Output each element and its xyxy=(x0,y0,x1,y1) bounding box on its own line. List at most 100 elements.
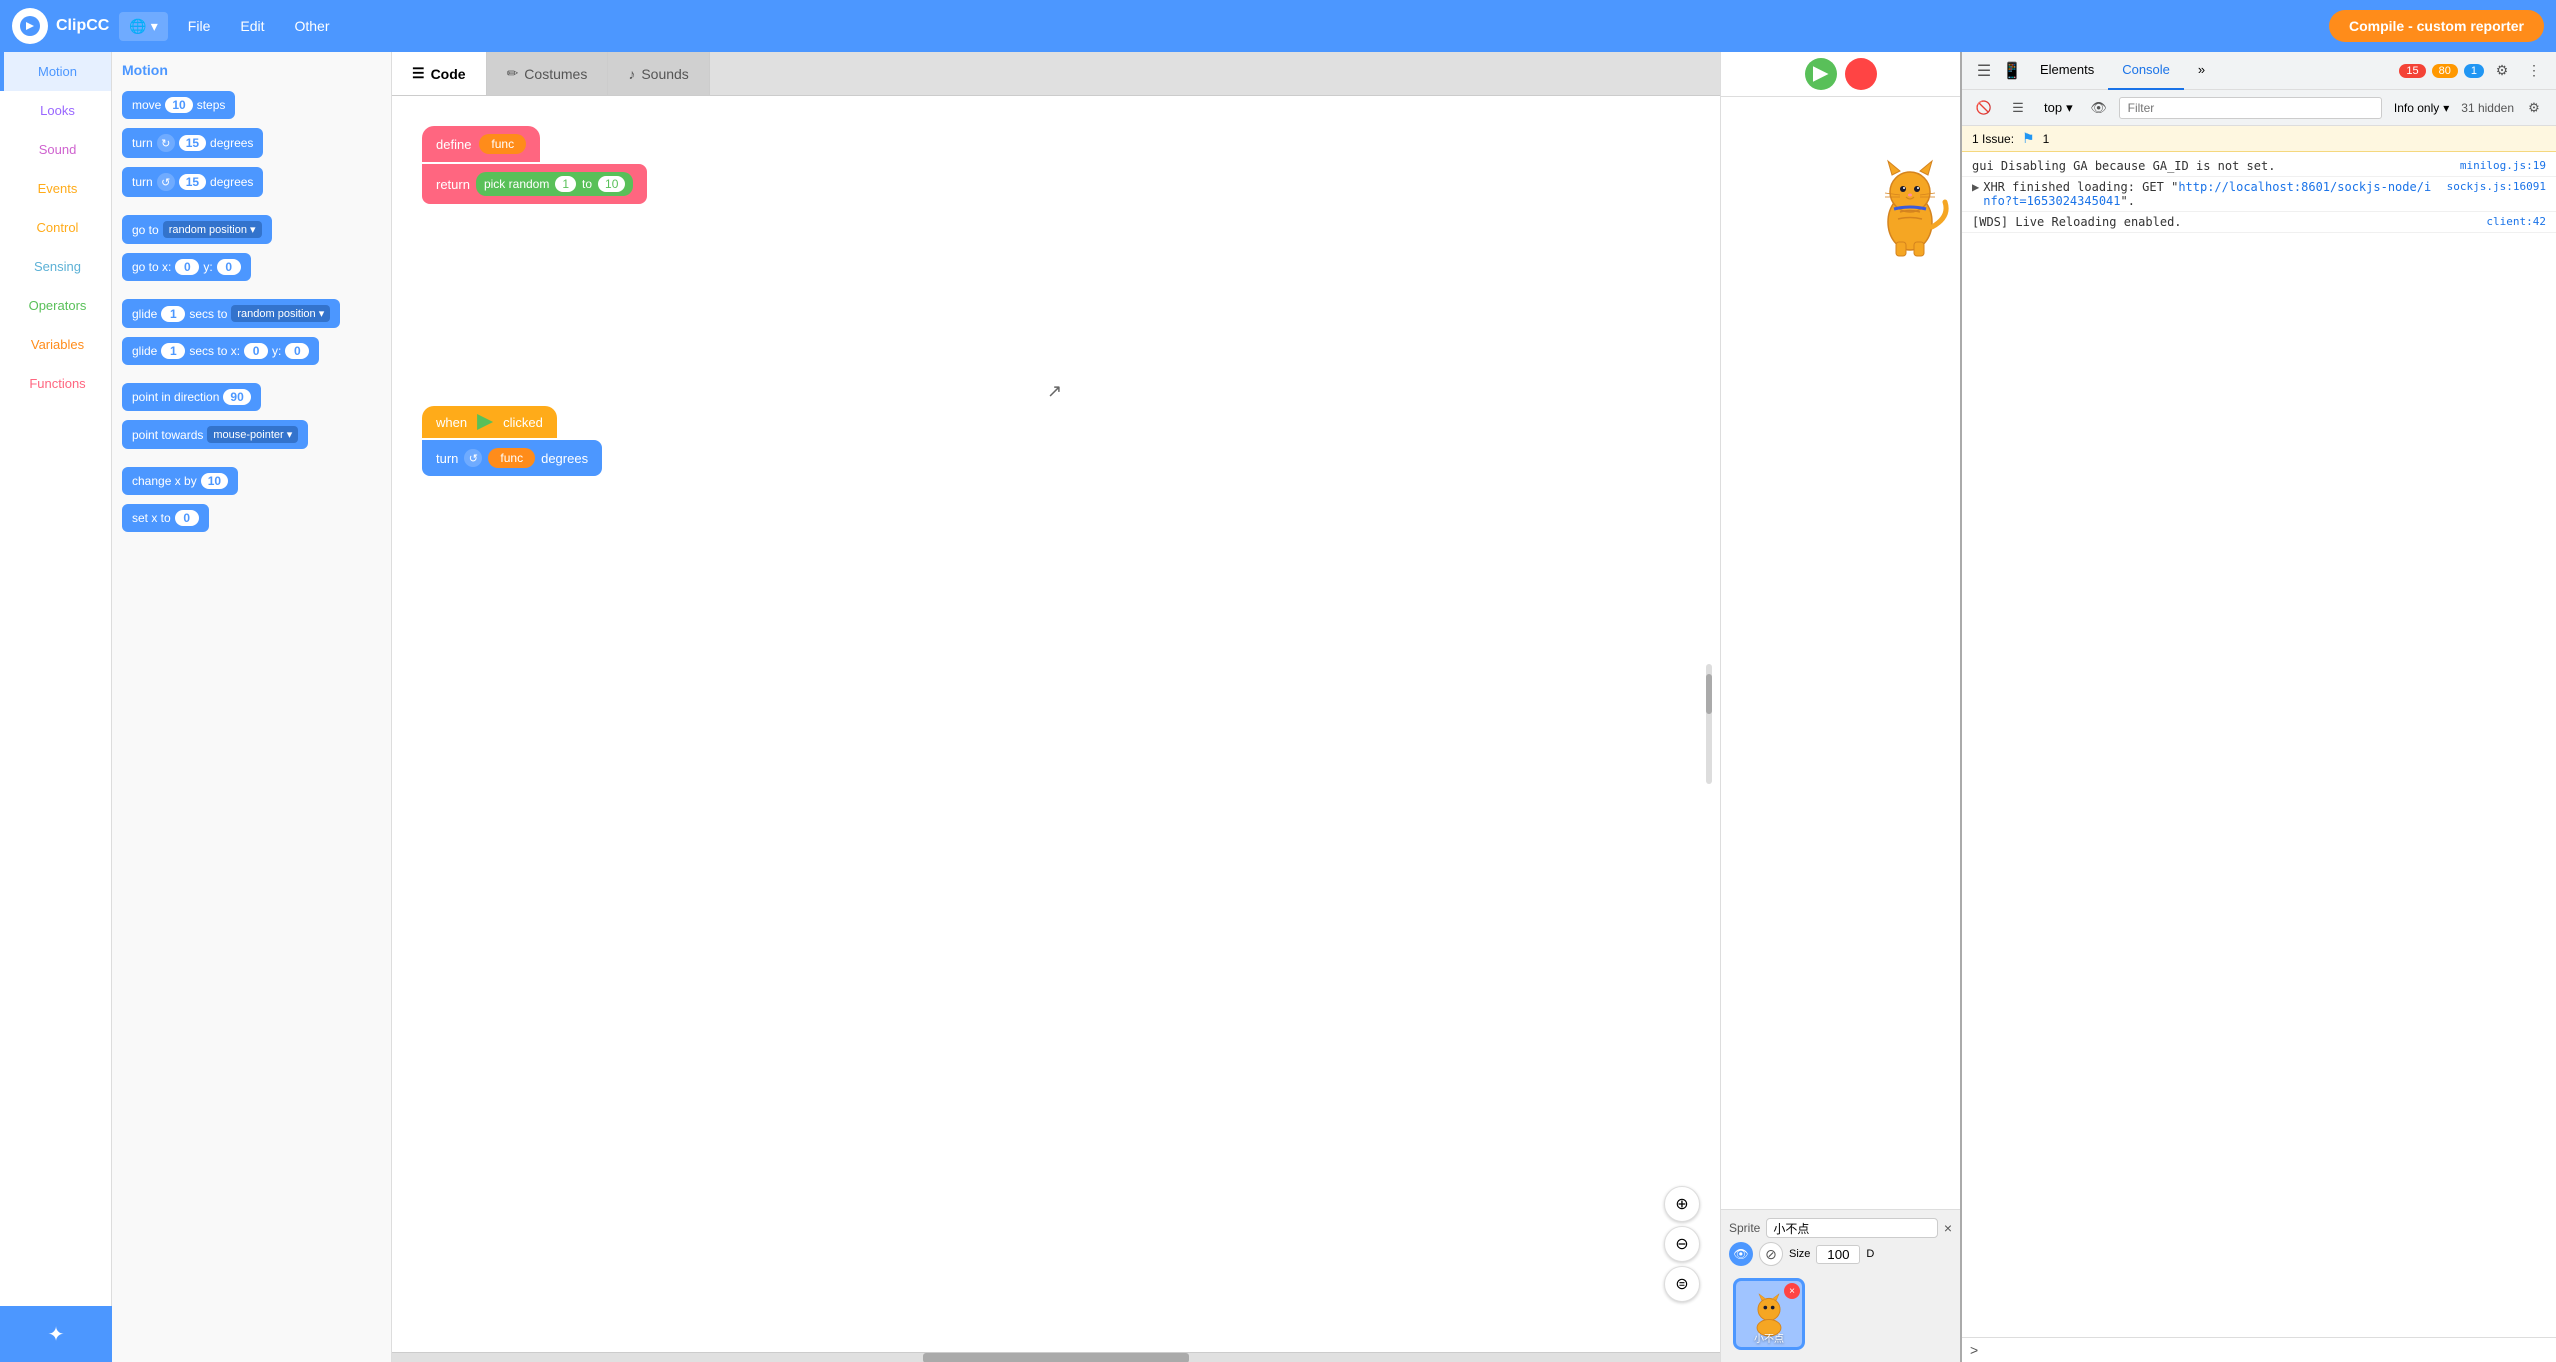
horizontal-scrollbar[interactable] xyxy=(392,1352,1720,1362)
log-msg-1: gui Disabling GA because GA_ID is not se… xyxy=(1972,159,2450,173)
zoom-reset-button[interactable]: ⊜ xyxy=(1664,1266,1700,1302)
category-looks[interactable]: Looks xyxy=(0,91,111,130)
green-flag-button[interactable] xyxy=(1805,58,1837,90)
turn-func-block[interactable]: turn ↺ func degrees xyxy=(422,440,602,476)
console-input[interactable] xyxy=(1984,1343,2548,1357)
return-block[interactable]: return pick random 1 to 10 xyxy=(422,164,647,204)
block-point-towards[interactable]: point towards mouse-pointer ▾ xyxy=(122,417,381,452)
category-control[interactable]: Control xyxy=(0,208,111,247)
zoom-reset-icon: ⊜ xyxy=(1675,1274,1688,1294)
sprite-thumbnail-小不点[interactable]: × 小不点 xyxy=(1733,1278,1805,1350)
tab-code[interactable]: ☰ Code xyxy=(392,52,487,95)
sprite-name-input[interactable] xyxy=(1766,1218,1937,1238)
clicked-label: clicked xyxy=(503,415,543,430)
console-content[interactable]: gui Disabling GA because GA_ID is not se… xyxy=(1962,152,2556,1337)
add-extension-button[interactable]: ✦ xyxy=(0,1306,112,1362)
zoom-in-icon: ⊕ xyxy=(1675,1194,1688,1214)
category-operators[interactable]: Operators xyxy=(0,286,111,325)
topbar: ClipCC 🌐 ▾ File Edit Other Compile - cus… xyxy=(0,0,2556,52)
block-set-x[interactable]: set x to 0 xyxy=(122,501,381,535)
block-turn-ccw[interactable]: turn ↺ 15 degrees xyxy=(122,164,381,200)
edit-menu[interactable]: Edit xyxy=(230,12,274,40)
devtools-mobile-button[interactable]: 📱 xyxy=(1998,57,2026,85)
return-label: return xyxy=(436,177,470,192)
language-button[interactable]: 🌐 ▾ xyxy=(119,12,167,41)
devtools-more-button[interactable]: ⋮ xyxy=(2520,57,2548,85)
devtools-inspect-button[interactable]: ☰ xyxy=(1970,57,1998,85)
log-source-3[interactable]: client:42 xyxy=(2476,215,2546,228)
code-canvas[interactable]: define func return pick random 1 to 10 xyxy=(392,96,1720,1352)
console-settings-button[interactable]: ⚙ xyxy=(2520,94,2548,122)
console-label: Console xyxy=(2122,62,2170,77)
file-menu[interactable]: File xyxy=(178,12,221,40)
random-from-val: 1 xyxy=(555,176,576,192)
log-source-2[interactable]: sockjs.js:16091 xyxy=(2437,180,2546,193)
warning-badge: 80 xyxy=(2432,64,2458,78)
block-goto-random[interactable]: go to random position ▾ xyxy=(122,212,381,247)
logo-icon xyxy=(12,8,48,44)
error-count: 15 xyxy=(2406,65,2418,77)
block-glide-xy[interactable]: glide 1 secs to x: 0 y: 0 xyxy=(122,334,381,368)
scroll-indicator[interactable] xyxy=(1706,664,1712,784)
category-variables[interactable]: Variables xyxy=(0,325,111,364)
when-clicked-block[interactable]: when clicked xyxy=(422,406,557,438)
scroll-handle xyxy=(923,1353,1189,1362)
info-count: 1 xyxy=(2471,65,2477,77)
sprite-label-row: Sprite × xyxy=(1729,1218,1952,1238)
block-change-x[interactable]: change x by 10 xyxy=(122,464,381,498)
devtools-settings-button[interactable]: ⚙ xyxy=(2488,57,2516,85)
block-goto-xy[interactable]: go to x: 0 y: 0 xyxy=(122,250,381,284)
define-block[interactable]: define func xyxy=(422,126,540,162)
issue-bar: 1 Issue: ⚑ 1 xyxy=(1962,126,2556,152)
eye-filter-button[interactable]: 👁 xyxy=(2085,94,2113,122)
sprite-name-close[interactable]: × xyxy=(1944,1220,1952,1236)
zoom-out-button[interactable]: ⊖ xyxy=(1664,1226,1700,1262)
tab-more[interactable]: » xyxy=(2184,52,2219,90)
compile-button[interactable]: Compile - custom reporter xyxy=(2329,10,2544,42)
globe-chevron: ▾ xyxy=(151,18,158,35)
console-inspect-button[interactable]: ☰ xyxy=(2004,94,2032,122)
devtools-toolbar: 🚫 ☰ top ▾ 👁 Info only ▾ 31 hidden ⚙ xyxy=(1962,90,2556,126)
category-functions[interactable]: Functions xyxy=(0,364,111,403)
stop-button[interactable] xyxy=(1845,58,1877,90)
console-filter-input[interactable] xyxy=(2119,97,2382,119)
code-tab-icon: ☰ xyxy=(412,65,425,82)
other-menu[interactable]: Other xyxy=(284,12,339,40)
pick-random-block[interactable]: pick random 1 to 10 xyxy=(476,172,633,196)
globe-icon: 🌐 xyxy=(129,18,146,35)
tab-costumes[interactable]: ✏ Costumes xyxy=(487,52,609,95)
show-sprite-button[interactable]: 👁 xyxy=(1729,1242,1753,1266)
top-frame-chevron: ▾ xyxy=(2066,100,2073,116)
zoom-in-button[interactable]: ⊕ xyxy=(1664,1186,1700,1222)
block-turn-cw[interactable]: turn ↻ 15 degrees xyxy=(122,125,381,161)
flag-button-icon xyxy=(1813,66,1829,82)
tab-elements[interactable]: Elements xyxy=(2026,52,2108,90)
zoom-out-icon: ⊖ xyxy=(1675,1234,1688,1254)
to-label: to xyxy=(582,177,592,191)
clear-console-button[interactable]: 🚫 xyxy=(1970,94,1998,122)
hide-sprite-button[interactable]: ⊘ xyxy=(1759,1242,1783,1266)
block-point-direction[interactable]: point in direction 90 xyxy=(122,380,381,414)
code-tabs: ☰ Code ✏ Costumes ♪ Sounds xyxy=(392,52,1720,96)
category-motion[interactable]: Motion xyxy=(0,52,111,91)
category-events[interactable]: Events xyxy=(0,169,111,208)
xhr-toggle[interactable]: ▶ xyxy=(1972,180,1979,194)
issue-count: 1 xyxy=(2043,132,2050,146)
log-level-chevron: ▾ xyxy=(2443,101,2449,115)
delete-sprite-button[interactable]: × xyxy=(1784,1283,1800,1299)
category-sensing[interactable]: Sensing xyxy=(0,247,111,286)
log-level-select[interactable]: Info only ▾ xyxy=(2388,98,2455,118)
block-move-steps[interactable]: move 10 steps xyxy=(122,88,381,122)
blocks-title: Motion xyxy=(122,62,381,78)
stage-canvas[interactable] xyxy=(1721,97,1960,1210)
category-sound[interactable]: Sound xyxy=(0,130,111,169)
block-glide-random[interactable]: glide 1 secs to random position ▾ xyxy=(122,296,381,331)
tab-sounds[interactable]: ♪ Sounds xyxy=(608,52,709,95)
block-stack-1: define func return pick random 1 to 10 xyxy=(422,126,647,204)
sprite-grid: × 小不点 xyxy=(1729,1274,1952,1354)
top-frame-select[interactable]: top ▾ xyxy=(2038,96,2079,120)
console-input-line: > xyxy=(1962,1337,2556,1362)
log-source-1[interactable]: minilog.js:19 xyxy=(2450,159,2546,172)
tab-console[interactable]: Console xyxy=(2108,52,2184,90)
size-input[interactable] xyxy=(1816,1245,1860,1264)
